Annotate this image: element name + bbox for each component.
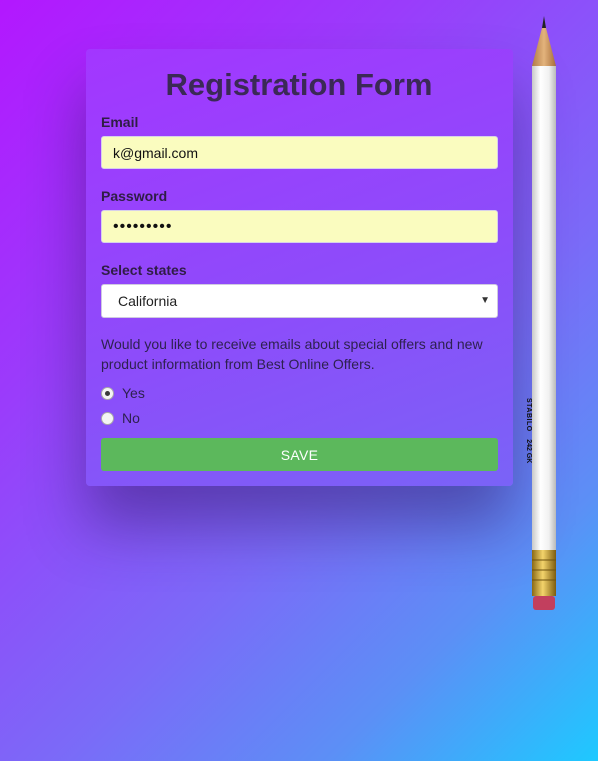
- radio-yes-label: Yes: [122, 385, 145, 401]
- state-value: California: [118, 293, 178, 309]
- chevron-down-icon: ▼: [480, 295, 490, 306]
- state-label: Select states: [101, 262, 187, 278]
- email-value: k@gmail.com: [113, 144, 199, 161]
- radio-no-label: No: [122, 410, 140, 426]
- state-select[interactable]: California ▼: [101, 284, 498, 318]
- email-input[interactable]: k@gmail.com: [101, 136, 498, 169]
- save-button[interactable]: SAVE: [101, 438, 498, 471]
- radio-option-yes[interactable]: Yes: [101, 385, 145, 401]
- newsletter-question: Would you like to receive emails about s…: [101, 336, 483, 372]
- password-input[interactable]: •••••••••: [101, 210, 498, 243]
- password-label: Password: [101, 188, 168, 204]
- email-label: Email: [101, 114, 139, 130]
- pencil-image: [532, 16, 556, 610]
- radio-option-no[interactable]: No: [101, 410, 140, 426]
- radio-yes-button[interactable]: [101, 386, 114, 400]
- pencil-brand-text: STABILO 242 GK: [525, 398, 532, 464]
- password-mask: •••••••••: [113, 217, 173, 235]
- form-title: Registration Form: [165, 67, 433, 102]
- radio-no-button[interactable]: [101, 411, 114, 425]
